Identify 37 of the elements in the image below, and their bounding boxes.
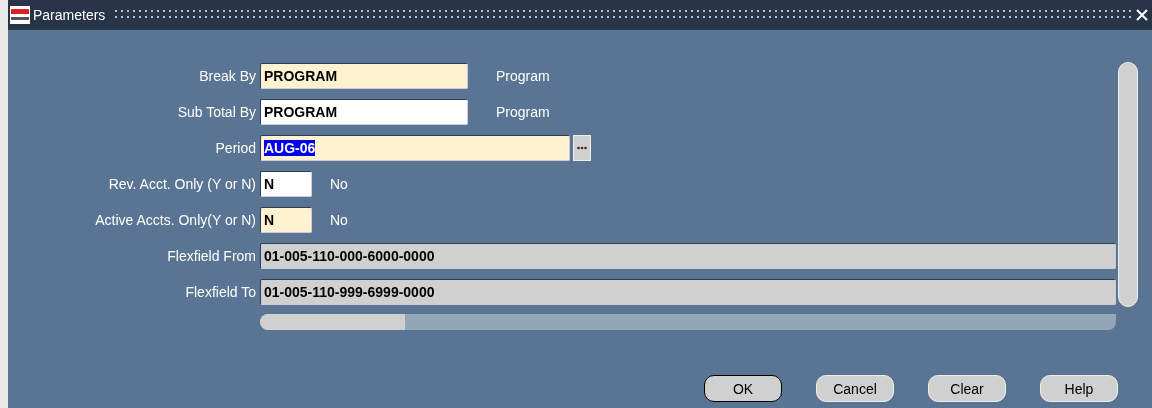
field-value: N: [264, 176, 275, 192]
field-label: Period: [214, 140, 257, 156]
field-label: Active Accts. Only(Y or N): [94, 212, 257, 228]
dialog-button[interactable]: Clear: [928, 375, 1006, 402]
field-description: Program: [496, 68, 550, 84]
field-value: AUG-06: [264, 140, 316, 156]
ellipsis-icon: [577, 146, 587, 150]
dialog-button[interactable]: OK: [704, 375, 782, 402]
input-field[interactable]: 01-005-110-000-6000-0000: [260, 243, 1116, 269]
input-field[interactable]: PROGRAM: [260, 99, 468, 125]
field-label: Break By: [198, 68, 257, 84]
input-field[interactable]: N: [260, 207, 312, 233]
field-label: Sub Total By: [176, 104, 257, 120]
input-field[interactable]: AUG-06: [260, 135, 570, 161]
input-field[interactable]: PROGRAM: [260, 63, 468, 89]
app-logo-icon: [10, 6, 30, 24]
field-value: N: [264, 212, 275, 228]
horizontal-scrollbar[interactable]: [260, 314, 1116, 330]
field-value: 01-005-110-000-6000-0000: [264, 248, 435, 264]
field-value: PROGRAM: [264, 68, 338, 84]
input-field[interactable]: N: [260, 171, 312, 197]
field-value: PROGRAM: [264, 104, 338, 120]
list-of-values-button[interactable]: [573, 135, 591, 161]
field-description: No: [330, 212, 348, 228]
scroll-thumb[interactable]: [260, 314, 405, 330]
field-label: Rev. Acct. Only (Y or N): [107, 176, 257, 192]
window-title: Parameters: [33, 7, 106, 23]
field-label: Flexfield From: [166, 248, 257, 264]
field-description: Program: [496, 104, 550, 120]
field-value: 01-005-110-999-6999-0000: [264, 284, 435, 300]
input-field[interactable]: 01-005-110-999-6999-0000: [260, 279, 1116, 305]
dialog-button[interactable]: Cancel: [816, 375, 894, 402]
vertical-scrollbar[interactable]: [1118, 62, 1138, 307]
field-label: Flexfield To: [184, 284, 257, 300]
field-description: No: [330, 176, 348, 192]
dialog-button[interactable]: Help: [1040, 375, 1118, 402]
close-icon[interactable]: [1136, 9, 1148, 21]
